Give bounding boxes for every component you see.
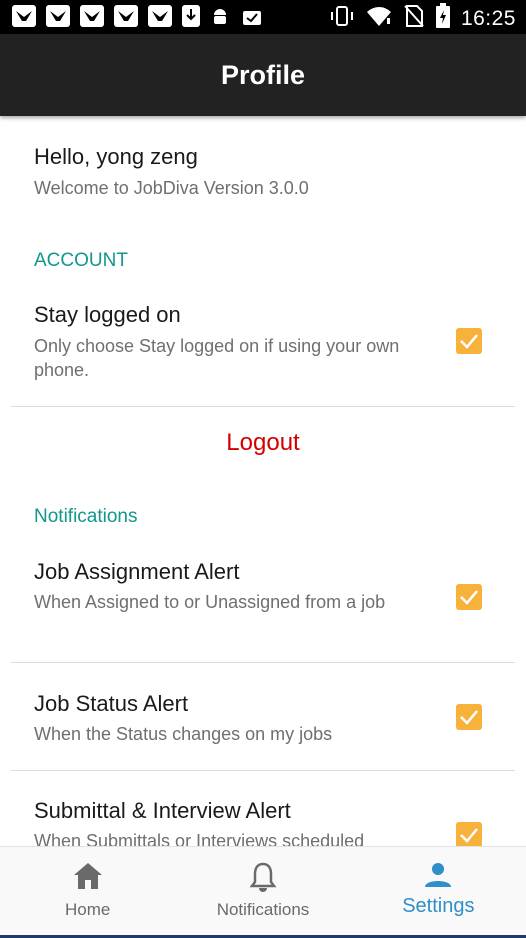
job-assignment-alert-row[interactable]: Job Assignment Alert When Assigned to or… [0,559,526,659]
bird-icon [148,5,172,27]
nav-settings[interactable]: Settings [351,847,526,938]
job-status-alert-row[interactable]: Job Status Alert When the Status changes… [0,691,526,771]
nav-notifications[interactable]: Notifications [175,847,350,938]
page-title: Profile [220,59,306,90]
submittal-interview-alert-subtitle: When Submittals or Interviews scheduled [34,831,365,846]
stay-logged-on-title: Stay logged on [34,302,181,327]
nav-home[interactable]: Home [0,847,175,938]
submittal-interview-alert-row[interactable]: Submittal & Interview Alert When Submitt… [0,798,526,846]
wifi-icon [365,4,393,33]
greeting-welcome: Welcome to JobDiva Version 3.0.0 [34,178,309,198]
stay-logged-on-row[interactable]: Stay logged on Only choose Stay logged o… [0,302,526,406]
job-status-alert-subtitle: When the Status changes on my jobs [34,724,333,744]
submittal-interview-alert-checkbox[interactable] [456,822,482,846]
logout-button[interactable]: Logout [0,429,526,457]
divider [11,662,515,663]
nav-settings-label: Settings [402,895,475,917]
battery-charging-icon [435,3,451,34]
nav-home-label: Home [64,900,111,919]
job-assignment-alert-subtitle: When Assigned to or Unassigned from a jo… [34,592,386,612]
home-icon [72,861,104,896]
job-status-alert-title: Job Status Alert [34,691,189,716]
download-icon [182,5,200,27]
divider [11,406,515,407]
bird-icon [114,5,138,27]
bottom-navigation: Home Notifications Settings [0,846,526,938]
nav-notifications-label: Notifications [216,900,310,919]
person-icon [423,861,453,896]
status-bar: 16:25 [0,0,526,34]
account-section-header: ACCOUNT [34,250,128,271]
settings-content[interactable]: Hello, yong zeng Welcome to JobDiva Vers… [0,116,526,846]
notifications-section-header: Notifications [34,506,138,527]
job-status-alert-checkbox[interactable] [456,704,482,730]
system-icons: 16:25 [329,3,516,34]
app-bar: Profile [0,34,526,116]
greeting-hello: Hello, yong zeng [34,144,198,169]
clock: 16:25 [460,6,516,30]
no-sim-icon [403,4,425,33]
bird-icon [80,5,104,27]
submittal-interview-alert-title: Submittal & Interview Alert [34,798,291,823]
job-assignment-alert-checkbox[interactable] [456,584,482,610]
job-assignment-alert-title: Job Assignment Alert [34,559,240,584]
bird-icon [12,5,36,27]
stay-logged-on-checkbox[interactable] [456,328,482,354]
bird-icon [46,5,70,27]
divider [11,770,515,771]
android-icon [210,5,230,27]
greeting: Hello, yong zeng Welcome to JobDiva Vers… [34,144,309,199]
bell-icon [249,861,277,898]
clipboard-check-icon [240,5,264,27]
vibrate-icon [329,4,355,33]
stay-logged-on-subtitle: Only choose Stay logged on if using your… [34,336,400,380]
notification-icons [12,5,264,27]
